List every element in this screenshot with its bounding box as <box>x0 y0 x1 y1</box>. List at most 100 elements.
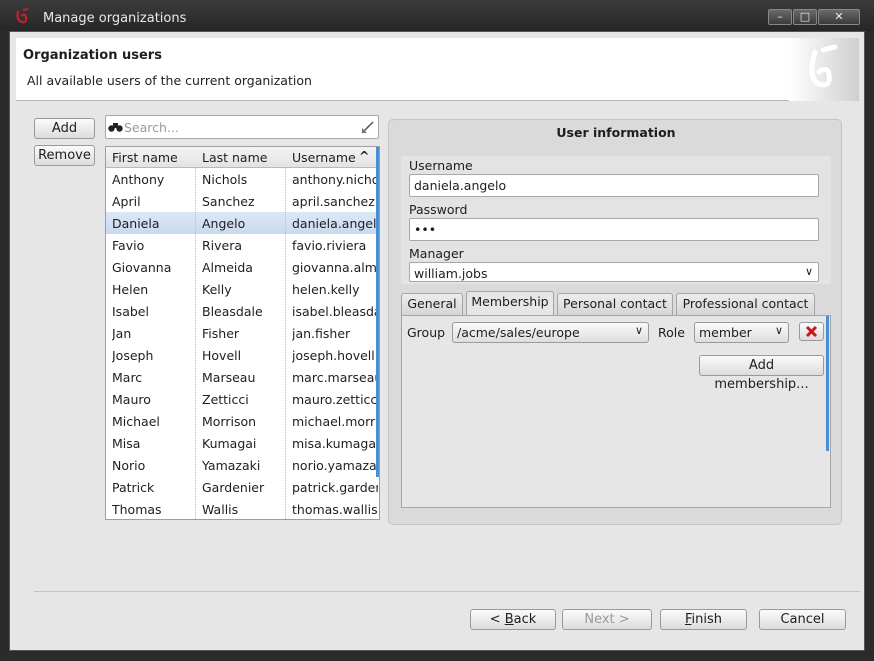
first-name-cell: Daniela <box>112 216 160 231</box>
close-button[interactable]: ✕ <box>818 9 860 25</box>
table-row[interactable]: Favio Rivera favio.riviera <box>106 234 379 256</box>
back-prefix: < <box>489 612 505 627</box>
username-cell: anthony.nichols <box>292 172 378 187</box>
binoculars-icon <box>108 123 123 132</box>
chevron-down-icon: ∨ <box>804 265 813 278</box>
role-label: Role <box>658 325 685 340</box>
tab-general[interactable]: General <box>401 293 463 315</box>
tab-professional-contact[interactable]: Professional contact <box>676 293 815 315</box>
table-row[interactable]: Joseph Hovell joseph.hovell <box>106 344 379 366</box>
table-row[interactable]: Daniela Angelo daniela.angelo <box>106 212 379 234</box>
next-button[interactable]: Next > <box>562 609 652 630</box>
username-cell: isabel.bleasdale <box>292 304 378 319</box>
sort-ascending-icon: ^ <box>359 148 370 163</box>
tab-scrollbar[interactable] <box>826 316 829 451</box>
last-name-cell: Marseau <box>202 370 256 385</box>
last-name-cell: Rivera <box>202 238 243 253</box>
username-cell: jan.fisher <box>292 326 351 341</box>
table-row[interactable]: Giovanna Almeida giovanna.almeida <box>106 256 379 278</box>
column-first-name[interactable]: First name <box>112 150 178 165</box>
first-name-cell: April <box>112 194 141 209</box>
table-row[interactable]: Jan Fisher jan.fisher <box>106 322 379 344</box>
first-name-cell: Patrick <box>112 480 155 495</box>
delete-icon <box>805 325 818 338</box>
first-name-cell: Michael <box>112 414 160 429</box>
column-divider <box>195 168 196 519</box>
search-input[interactable] <box>124 119 352 135</box>
tab-personal-contact[interactable]: Personal contact <box>557 293 673 315</box>
table-row[interactable]: Anthony Nichols anthony.nichols <box>106 168 379 190</box>
header-banner: Organization users All available users o… <box>16 38 859 101</box>
table-scrollbar[interactable] <box>376 147 379 477</box>
last-name-cell: Almeida <box>202 260 253 275</box>
username-field[interactable]: daniela.angelo <box>409 174 819 197</box>
window-title: Manage organizations <box>43 11 187 26</box>
column-username[interactable]: Username <box>292 150 356 165</box>
title-bar[interactable]: Manage organizations – □ ✕ <box>0 0 874 31</box>
last-name-cell: Yamazaki <box>202 458 261 473</box>
table-row[interactable]: Patrick Gardenier patrick.gardenier <box>106 476 379 498</box>
first-name-cell: Isabel <box>112 304 149 319</box>
table-row[interactable]: April Sanchez april.sanchez <box>106 190 379 212</box>
username-cell: helen.kelly <box>292 282 360 297</box>
footer-divider <box>34 591 860 592</box>
password-field[interactable]: ••• <box>409 218 819 241</box>
group-value: /acme/sales/europe <box>457 325 580 340</box>
back-mnemonic: B <box>504 612 514 627</box>
last-name-cell: Bleasdale <box>202 304 263 319</box>
add-membership-button[interactable]: Add membership... <box>699 355 824 392</box>
first-name-cell: Misa <box>112 436 141 451</box>
table-header: First name Last name Username ^ <box>106 147 379 168</box>
table-row[interactable]: Norio Yamazaki norio.yamazaki <box>106 454 379 476</box>
cancel-button[interactable]: Cancel <box>759 609 846 630</box>
users-table[interactable]: First name Last name Username ^ Anthony N… <box>105 146 380 520</box>
manager-select[interactable]: william.jobs ∨ <box>409 262 819 282</box>
window: Manage organizations – □ ✕ Organization … <box>0 0 874 661</box>
username-cell: giovanna.almeida <box>292 260 378 275</box>
finish-button[interactable]: Finish <box>660 609 747 630</box>
tab-membership[interactable]: Membership <box>466 291 554 315</box>
username-value: daniela.angelo <box>414 178 507 193</box>
table-row[interactable]: Marc Marseau marc.marseau <box>106 366 379 388</box>
table-row[interactable]: Mauro Zetticci mauro.zetticci <box>106 388 379 410</box>
table-row[interactable]: Thomas Wallis thomas.wallis <box>106 498 379 519</box>
last-name-cell: Zetticci <box>202 392 249 407</box>
username-cell: mauro.zetticci <box>292 392 378 407</box>
delete-membership-button[interactable] <box>799 322 824 341</box>
table-row[interactable]: Helen Kelly helen.kelly <box>106 278 379 300</box>
role-value: member <box>699 325 752 340</box>
table-row[interactable]: Misa Kumagai misa.kumagai <box>106 432 379 454</box>
search-box[interactable] <box>105 115 379 139</box>
username-cell: marc.marseau <box>292 370 378 385</box>
maximize-button[interactable]: □ <box>793 9 817 25</box>
last-name-cell: Gardenier <box>202 480 265 495</box>
back-button[interactable]: < Back <box>470 609 556 630</box>
username-cell: joseph.hovell <box>292 348 375 363</box>
banner-logo <box>789 38 859 101</box>
user-form: Username daniela.angelo Password ••• Man… <box>401 156 831 284</box>
username-cell: norio.yamazaki <box>292 458 378 473</box>
manager-value: william.jobs <box>414 266 488 281</box>
group-select[interactable]: /acme/sales/europe ∨ <box>452 322 649 343</box>
manager-label: Manager <box>409 246 464 261</box>
username-cell: april.sanchez <box>292 194 375 209</box>
column-last-name[interactable]: Last name <box>202 150 267 165</box>
clear-search-icon[interactable] <box>360 120 375 135</box>
username-cell: patrick.gardenier <box>292 480 378 495</box>
user-info-title: User information <box>556 125 676 140</box>
last-name-cell: Hovell <box>202 348 242 363</box>
dialog-client: Organization users All available users o… <box>9 31 865 651</box>
username-cell: favio.riviera <box>292 238 367 253</box>
minimize-button[interactable]: – <box>768 9 792 25</box>
remove-user-button[interactable]: Remove <box>34 145 95 166</box>
add-user-button[interactable]: Add <box>34 118 95 139</box>
table-row[interactable]: Isabel Bleasdale isabel.bleasdale <box>106 300 379 322</box>
role-select[interactable]: member ∨ <box>694 322 789 343</box>
column-divider <box>285 168 286 519</box>
last-name-cell: Morrison <box>202 414 257 429</box>
first-name-cell: Thomas <box>112 502 162 517</box>
table-row[interactable]: Michael Morrison michael.morrison <box>106 410 379 432</box>
page-subtitle: All available users of the current organ… <box>27 73 312 88</box>
username-cell: thomas.wallis <box>292 502 378 517</box>
last-name-cell: Wallis <box>202 502 239 517</box>
